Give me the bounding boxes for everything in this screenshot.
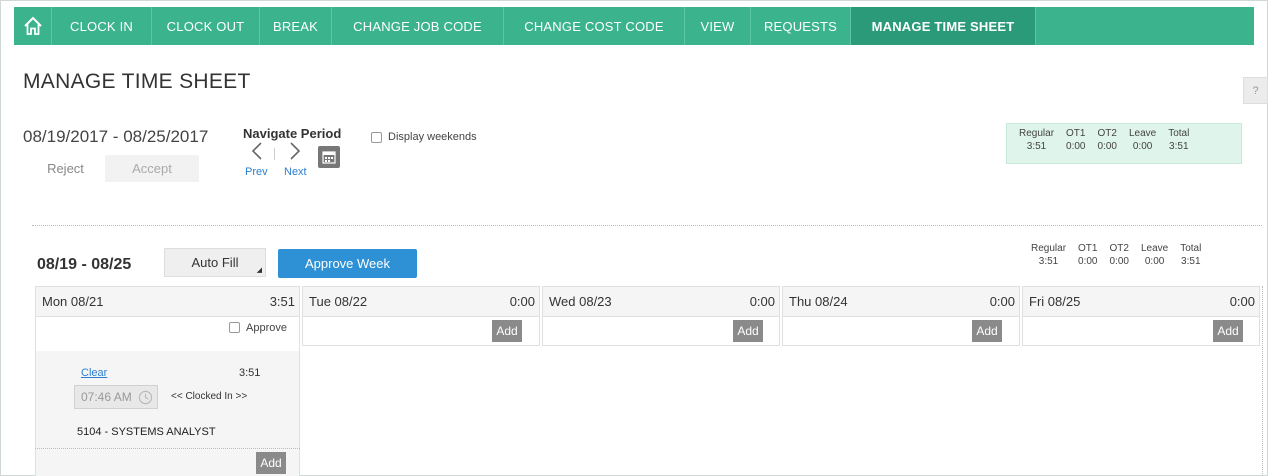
add-entry-button-thu[interactable]: Add — [972, 320, 1002, 342]
totals-header: Regular — [1019, 128, 1055, 139]
totals-value: 3:51 — [1038, 256, 1059, 267]
day-label: Tue 08/22 — [309, 294, 368, 309]
totals-value: 3:51 — [1181, 256, 1201, 267]
week-label: 08/19 - 08/25 — [37, 256, 132, 273]
time-value: 07:46 AM — [81, 390, 132, 404]
day-header-mon: Mon 08/21 3:51 — [35, 286, 300, 317]
caret-icon: ◢ — [256, 267, 262, 274]
next-period-arrow[interactable] — [289, 141, 301, 165]
totals-value: 0:00 — [1132, 141, 1153, 152]
accept-button[interactable]: Accept — [105, 155, 199, 182]
totals-value: 0:00 — [1078, 256, 1098, 267]
next-link[interactable]: Next — [284, 166, 307, 178]
add-entry-button-fri[interactable]: Add — [1213, 320, 1243, 342]
page-title: MANAGE TIME SHEET — [23, 70, 251, 93]
navigate-period-label: Navigate Period — [243, 126, 342, 141]
entry-divider — [35, 448, 300, 449]
scroll-edge — [1262, 286, 1263, 476]
week-totals-ot1: OT1 0:00 — [1078, 243, 1097, 273]
clear-link[interactable]: Clear — [81, 367, 107, 379]
nav-change-cost-code[interactable]: CHANGE COST CODE — [504, 7, 685, 45]
help-button[interactable]: ? — [1243, 77, 1268, 104]
day-header-thu: Thu 08/24 0:00 — [782, 286, 1020, 317]
totals-value: 3:51 — [1169, 141, 1189, 152]
auto-fill-label: Auto Fill — [191, 255, 239, 270]
week-totals-leave: Leave 0:00 — [1141, 243, 1168, 273]
auto-fill-button[interactable]: Auto Fill ◢ — [164, 248, 266, 277]
job-code: 5104 - SYSTEMS ANALYST — [77, 426, 216, 438]
nav-clock-out[interactable]: CLOCK OUT — [152, 7, 260, 45]
top-nav: CLOCK IN CLOCK OUT BREAK CHANGE JOB CODE… — [14, 7, 1254, 45]
nav-home-button[interactable] — [14, 7, 52, 45]
day-label: Wed 08/23 — [549, 294, 612, 309]
totals-ot2: OT2 0:00 — [1098, 128, 1117, 159]
section-divider — [32, 225, 1262, 226]
period-range: 08/19/2017 - 08/25/2017 — [23, 127, 209, 146]
totals-value: 0:00 — [1066, 141, 1086, 152]
day-total: 0:00 — [989, 294, 1015, 309]
approve-week-button[interactable]: Approve Week — [278, 249, 417, 278]
calendar-icon — [322, 151, 336, 164]
nav-manage-time-sheet[interactable]: MANAGE TIME SHEET — [851, 7, 1036, 45]
totals-value: 0:00 — [1097, 141, 1117, 152]
reject-button[interactable]: Reject — [28, 155, 103, 182]
day-total: 0:00 — [749, 294, 775, 309]
approve-day-checkbox[interactable] — [229, 322, 240, 333]
clock-icon — [138, 390, 153, 405]
nav-break[interactable]: BREAK — [260, 7, 332, 45]
week-totals-total: Total 3:51 — [1180, 243, 1201, 273]
arrow-divider — [274, 148, 275, 160]
totals-value: 3:51 — [1026, 141, 1047, 152]
totals-header: Total — [1180, 243, 1202, 254]
home-icon — [23, 16, 42, 35]
totals-header: OT1 — [1066, 128, 1086, 139]
chevron-right-icon — [290, 142, 301, 160]
day-header-wed: Wed 08/23 0:00 — [542, 286, 780, 317]
week-totals: Regular 3:51 OT1 0:00 OT2 0:00 Leave 0:00 To… — [1019, 239, 1255, 277]
totals-header: OT2 — [1097, 128, 1117, 139]
totals-header: Regular — [1031, 243, 1067, 254]
add-entry-button-tue[interactable]: Add — [492, 320, 522, 342]
totals-header: Leave — [1140, 243, 1169, 254]
day-label: Fri 08/25 — [1029, 294, 1081, 309]
totals-value: 0:00 — [1144, 256, 1165, 267]
day-header-fri: Fri 08/25 0:00 — [1022, 286, 1260, 317]
period-totals: Regular 3:51 OT1 0:00 OT2 0:00 Leave 0:00 To… — [1006, 123, 1242, 164]
totals-value: 0:00 — [1109, 256, 1129, 267]
day-label: Mon 08/21 — [42, 294, 104, 309]
clocked-in-status: << Clocked In >> — [171, 391, 248, 402]
entry-duration: 3:51 — [239, 367, 261, 379]
display-weekends-label: Display weekends — [388, 131, 477, 143]
day-label: Thu 08/24 — [789, 294, 848, 309]
add-entry-button-wed[interactable]: Add — [733, 320, 763, 342]
totals-header: Leave — [1128, 128, 1157, 139]
prev-period-arrow[interactable] — [251, 141, 263, 165]
nav-requests[interactable]: REQUESTS — [751, 7, 851, 45]
week-totals-regular: Regular 3:51 — [1031, 243, 1066, 273]
nav-change-job-code[interactable]: CHANGE JOB CODE — [332, 7, 504, 45]
day-header-tue: Tue 08/22 0:00 — [302, 286, 540, 317]
totals-regular: Regular 3:51 — [1019, 128, 1054, 159]
approve-day-label: Approve — [246, 322, 287, 334]
totals-header: OT2 — [1109, 243, 1129, 254]
totals-header: Total — [1168, 128, 1190, 139]
totals-leave: Leave 0:00 — [1129, 128, 1156, 159]
week-totals-ot2: OT2 0:00 — [1110, 243, 1129, 273]
display-weekends-checkbox[interactable] — [371, 132, 382, 143]
day-total: 3:51 — [269, 294, 295, 309]
chevron-left-icon — [251, 142, 262, 160]
add-entry-button-mon[interactable]: Add — [256, 452, 286, 474]
calendar-button[interactable] — [318, 146, 340, 168]
clock-in-time-input[interactable]: 07:46 AM — [74, 385, 158, 409]
nav-clock-in[interactable]: CLOCK IN — [52, 7, 152, 45]
day-total: 0:00 — [1229, 294, 1255, 309]
totals-total: Total 3:51 — [1168, 128, 1189, 159]
totals-ot1: OT1 0:00 — [1066, 128, 1085, 159]
nav-view[interactable]: VIEW — [685, 7, 751, 45]
totals-header: OT1 — [1078, 243, 1098, 254]
prev-link[interactable]: Prev — [245, 166, 268, 178]
day-total: 0:00 — [509, 294, 535, 309]
